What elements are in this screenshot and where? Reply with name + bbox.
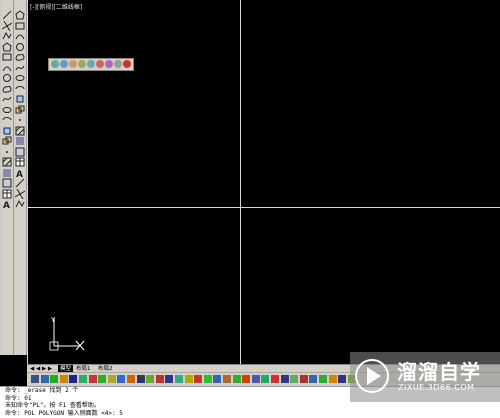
toolbar-tool-icon[interactable] (338, 375, 347, 383)
ellipse-arc-icon[interactable] (15, 110, 25, 121)
viewport-border-left (27, 0, 28, 364)
zoom-center-icon[interactable] (78, 60, 86, 68)
zoom-window-icon[interactable] (51, 60, 59, 68)
line-icon[interactable] (15, 5, 25, 20)
command-line: 未知命令"PL"。按 F1 查看帮助。 (5, 402, 100, 409)
svg-text:Y: Y (50, 316, 56, 324)
toolbar-tool-icon[interactable] (213, 375, 222, 383)
region-icon[interactable] (2, 173, 12, 188)
toolbar-tool-icon[interactable] (319, 375, 327, 383)
table-icon[interactable] (14, 184, 26, 199)
viewport-divider-vertical[interactable] (240, 0, 241, 364)
spline-icon[interactable] (15, 89, 25, 103)
zoom-extents-icon[interactable] (123, 60, 131, 68)
point-icon[interactable] (2, 142, 12, 153)
construction-line-icon[interactable] (15, 16, 25, 29)
model-space-canvas[interactable] (27, 0, 500, 365)
spline-icon[interactable] (2, 89, 12, 102)
polygon-icon[interactable] (15, 37, 25, 51)
svg-text:A: A (3, 201, 10, 209)
hatch-icon[interactable] (2, 152, 12, 167)
zoom-in-icon[interactable] (96, 60, 104, 68)
toolbar-tool-icon[interactable] (223, 375, 231, 383)
revision-cloud-icon[interactable] (15, 79, 25, 89)
zoom-dynamic-icon[interactable] (60, 60, 68, 68)
toolbar-tool-icon[interactable] (165, 375, 174, 383)
toolbar-tool-icon[interactable] (203, 375, 212, 383)
toolbar-tool-icon[interactable] (69, 375, 78, 383)
table-icon[interactable] (2, 184, 12, 198)
toolbar-tool-icon[interactable] (107, 375, 116, 383)
zoom-all-icon[interactable] (114, 60, 122, 68)
toolbar-tool-icon[interactable] (251, 375, 260, 383)
toolbar-tool-icon[interactable] (155, 375, 164, 383)
toolbar-tool-icon[interactable] (175, 375, 183, 383)
toolbar-tool-icon[interactable] (98, 375, 107, 383)
viewport-label[interactable]: [-][俯视][二维线框] (30, 2, 82, 11)
construction-line-icon[interactable] (1, 16, 13, 31)
toolbar-tool-icon[interactable] (31, 375, 39, 383)
toolbar-tool-icon[interactable] (50, 375, 59, 383)
point-icon[interactable] (15, 142, 25, 156)
zoom-object-icon[interactable] (87, 60, 95, 68)
toolbar-tool-icon[interactable] (88, 375, 97, 383)
toolbar-tool-icon[interactable] (299, 375, 308, 383)
revision-cloud-icon[interactable] (2, 79, 12, 93)
zoom-scale-icon[interactable] (69, 60, 77, 68)
region-icon[interactable] (15, 173, 25, 188)
insert-block-icon[interactable] (2, 121, 12, 134)
toolbar-tool-icon[interactable] (271, 375, 279, 383)
toolbar-tool-icon[interactable] (79, 375, 87, 383)
rectangle-icon[interactable] (2, 47, 12, 61)
make-block-icon[interactable] (2, 131, 12, 145)
toolbar-tool-icon[interactable] (136, 375, 145, 383)
toolbar-tool-icon[interactable] (127, 375, 135, 383)
toolbar-tool-icon[interactable] (280, 375, 289, 383)
toolbar-tool-icon[interactable] (242, 375, 251, 383)
circle-icon[interactable] (2, 68, 12, 82)
toolbar-tool-icon[interactable] (146, 375, 155, 383)
zoom-toolbar (48, 58, 134, 71)
insert-block-icon[interactable] (15, 121, 25, 135)
toolbar-tool-icon[interactable] (40, 375, 49, 383)
gradient-icon[interactable]: A (15, 163, 25, 180)
hatch-icon[interactable] (15, 152, 25, 167)
toolbar-tool-icon[interactable] (184, 375, 193, 383)
ellipse-icon[interactable] (15, 100, 25, 113)
polyline-icon[interactable] (15, 26, 25, 40)
toolbar-tool-icon[interactable] (232, 375, 241, 383)
toolbar-tool-icon[interactable] (117, 375, 126, 383)
arc-icon[interactable] (2, 58, 12, 71)
toolbar-tool-icon[interactable] (328, 375, 337, 383)
ellipse-icon[interactable] (2, 100, 12, 113)
circle-icon[interactable] (15, 68, 25, 81)
ellipse-arc-icon[interactable] (2, 110, 12, 121)
watermark-url: ZIXUE.3D66.COM (398, 383, 475, 392)
toolbar-tool-icon[interactable] (290, 375, 299, 383)
line-icon[interactable] (2, 5, 12, 20)
polygon-icon[interactable] (2, 37, 12, 51)
toolbar-tool-icon[interactable] (309, 375, 318, 383)
toolbar-tool-icon[interactable] (59, 375, 68, 383)
command-line-current[interactable]: 命令: POL POLYGON 输入侧面数 <4>: 5 (0, 410, 500, 418)
toolbar-tool-icon[interactable] (261, 375, 270, 383)
rectangle-icon[interactable] (15, 47, 25, 61)
ucs-icon: Y (48, 314, 88, 354)
viewport-divider-horizontal[interactable] (27, 207, 500, 208)
gradient-icon[interactable] (2, 163, 12, 177)
polyline-icon[interactable] (2, 26, 12, 40)
watermark-logo: 溜溜自学 ZIXUE.3D66.COM (350, 352, 500, 402)
toolbar-tool-icon[interactable] (194, 375, 203, 383)
arc-icon[interactable] (15, 58, 25, 70)
make-block-icon[interactable] (15, 131, 25, 145)
multiline-text-icon[interactable] (15, 194, 25, 208)
zoom-out-icon[interactable] (105, 60, 113, 68)
multiline-text-icon[interactable]: A (2, 194, 12, 211)
watermark-name: 溜溜自学 (397, 360, 481, 384)
